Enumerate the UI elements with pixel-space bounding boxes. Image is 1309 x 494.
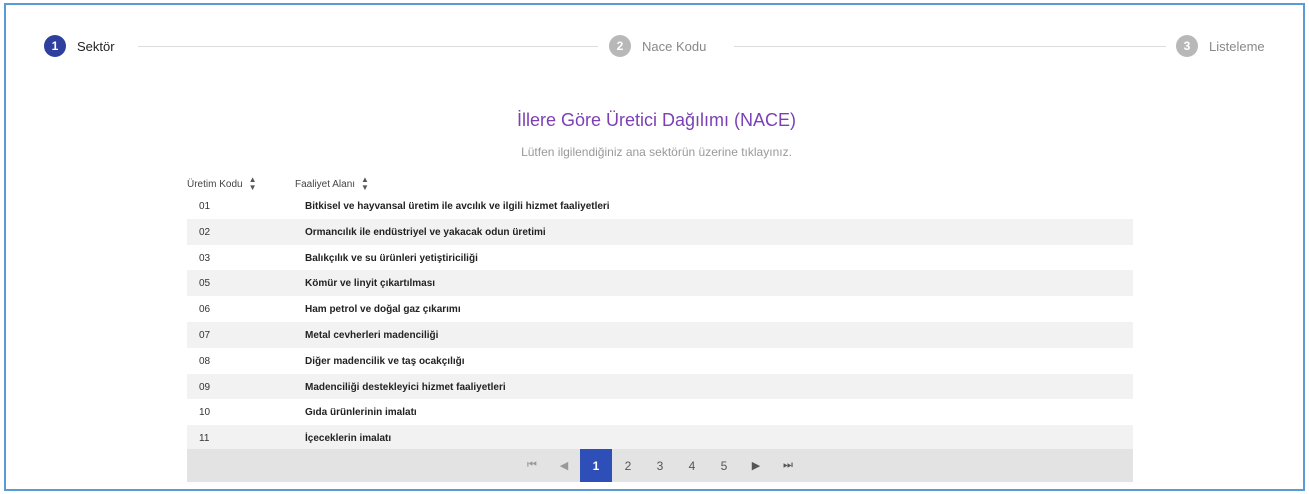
row-activity[interactable]: Balıkçılık ve su ürünleri yetiştiriciliğ… xyxy=(305,253,478,264)
step-2-label: Nace Kodu xyxy=(642,38,707,54)
row-activity[interactable]: İçeceklerin imalatı xyxy=(305,433,391,444)
table-header: Üretim Kodu ▲ ▼ Faaliyet Alanı ▲ ▼ xyxy=(187,171,1133,193)
row-code: 08 xyxy=(199,355,211,367)
row-code: 01 xyxy=(199,201,211,212)
step-sektor[interactable]: 1 Sektör xyxy=(44,35,115,57)
table-row[interactable]: 08 Diğer madencilik ve taş ocakçılığı xyxy=(187,348,1133,374)
page-title: İllere Göre Üretici Dağılımı (NACE) xyxy=(516,110,797,130)
app-frame: 1 Sektör 2 Nace Kodu 3 Listeleme İllere … xyxy=(4,3,1305,491)
page-button-5[interactable]: 5 xyxy=(708,449,740,482)
row-activity[interactable]: Bitkisel ve hayvansal üretim ile avcılık… xyxy=(305,201,610,212)
prev-page-icon[interactable]: ◀ xyxy=(548,449,580,482)
step-1-label: Sektör xyxy=(77,38,115,54)
table-row[interactable]: 05 Kömür ve linyit çıkartılması xyxy=(187,270,1133,297)
step-1-badge: 1 xyxy=(44,35,66,57)
table-row[interactable]: 01 Bitkisel ve hayvansal üretim ile avcı… xyxy=(187,193,1133,219)
page-button-4[interactable]: 4 xyxy=(676,449,708,482)
pagination: ⏮ ◀ 1 2 3 4 5 ▶ ⏭ xyxy=(187,449,1133,482)
page-button-1[interactable]: 1 xyxy=(580,449,612,482)
step-3-label: Listeleme xyxy=(1209,38,1265,54)
row-code: 07 xyxy=(199,329,211,341)
table-row[interactable]: 02 Ormancılık ile endüstriyel ve yakacak… xyxy=(187,218,1133,245)
sort-icon[interactable]: ▲ ▼ xyxy=(249,176,257,192)
row-code: 10 xyxy=(199,407,211,419)
row-activity[interactable]: Madenciliği destekleyici hizmet faaliyet… xyxy=(305,382,506,393)
table-row[interactable]: 11 İçeceklerin imalatı xyxy=(187,425,1133,451)
sector-table: Üretim Kodu ▲ ▼ Faaliyet Alanı ▲ ▼ 01 Bitk… xyxy=(187,171,1133,451)
step-2-badge: 2 xyxy=(609,35,631,57)
page-subtitle: Lütfen ilgilendiğiniz ana sektörün üzeri… xyxy=(521,145,792,159)
row-code: 09 xyxy=(199,381,211,393)
column-header-faaliyet-alani[interactable]: Faaliyet Alanı ▲ ▼ xyxy=(295,176,369,192)
row-activity[interactable]: Gıda ürünlerinin imalatı xyxy=(305,407,417,418)
step-listeleme[interactable]: 3 Listeleme xyxy=(1176,35,1265,57)
table-row[interactable]: 09 Madenciliği destekleyici hizmet faali… xyxy=(187,373,1133,400)
sort-icon[interactable]: ▲ ▼ xyxy=(361,176,369,192)
row-code: 11 xyxy=(199,433,210,445)
last-page-icon[interactable]: ⏭ xyxy=(772,449,804,482)
row-activity[interactable]: Kömür ve linyit çıkartılması xyxy=(305,278,435,289)
page-button-2[interactable]: 2 xyxy=(612,449,644,482)
table-row[interactable]: 07 Metal cevherleri madenciliği xyxy=(187,321,1133,348)
row-activity[interactable]: Diğer madencilik ve taş ocakçılığı xyxy=(305,356,465,367)
row-code: 05 xyxy=(199,278,211,290)
table-row[interactable]: 10 Gıda ürünlerinin imalatı xyxy=(187,399,1133,425)
row-activity[interactable]: Metal cevherleri madenciliği xyxy=(305,330,438,341)
row-code: 03 xyxy=(199,252,211,264)
next-page-icon[interactable]: ▶ xyxy=(740,449,772,482)
table-row[interactable]: 06 Ham petrol ve doğal gaz çıkarımı xyxy=(187,296,1133,322)
step-connector xyxy=(734,46,1166,47)
row-activity[interactable]: Ormancılık ile endüstriyel ve yakacak od… xyxy=(305,227,546,238)
first-page-icon[interactable]: ⏮ xyxy=(516,449,548,482)
stepper: 1 Sektör 2 Nace Kodu 3 Listeleme xyxy=(6,5,1307,85)
table-row[interactable]: 03 Balıkçılık ve su ürünleri yetiştirici… xyxy=(187,245,1133,271)
step-nace-kodu[interactable]: 2 Nace Kodu xyxy=(609,35,706,57)
row-code: 06 xyxy=(199,304,211,316)
row-code: 02 xyxy=(199,226,211,238)
column-header-uretim-kodu[interactable]: Üretim Kodu ▲ ▼ xyxy=(187,176,257,192)
column-label: Üretim Kodu xyxy=(187,178,243,190)
step-connector xyxy=(138,46,598,47)
column-label: Faaliyet Alanı xyxy=(295,178,356,190)
step-3-badge: 3 xyxy=(1176,35,1198,57)
page-button-3[interactable]: 3 xyxy=(644,449,676,482)
row-activity[interactable]: Ham petrol ve doğal gaz çıkarımı xyxy=(305,304,461,315)
